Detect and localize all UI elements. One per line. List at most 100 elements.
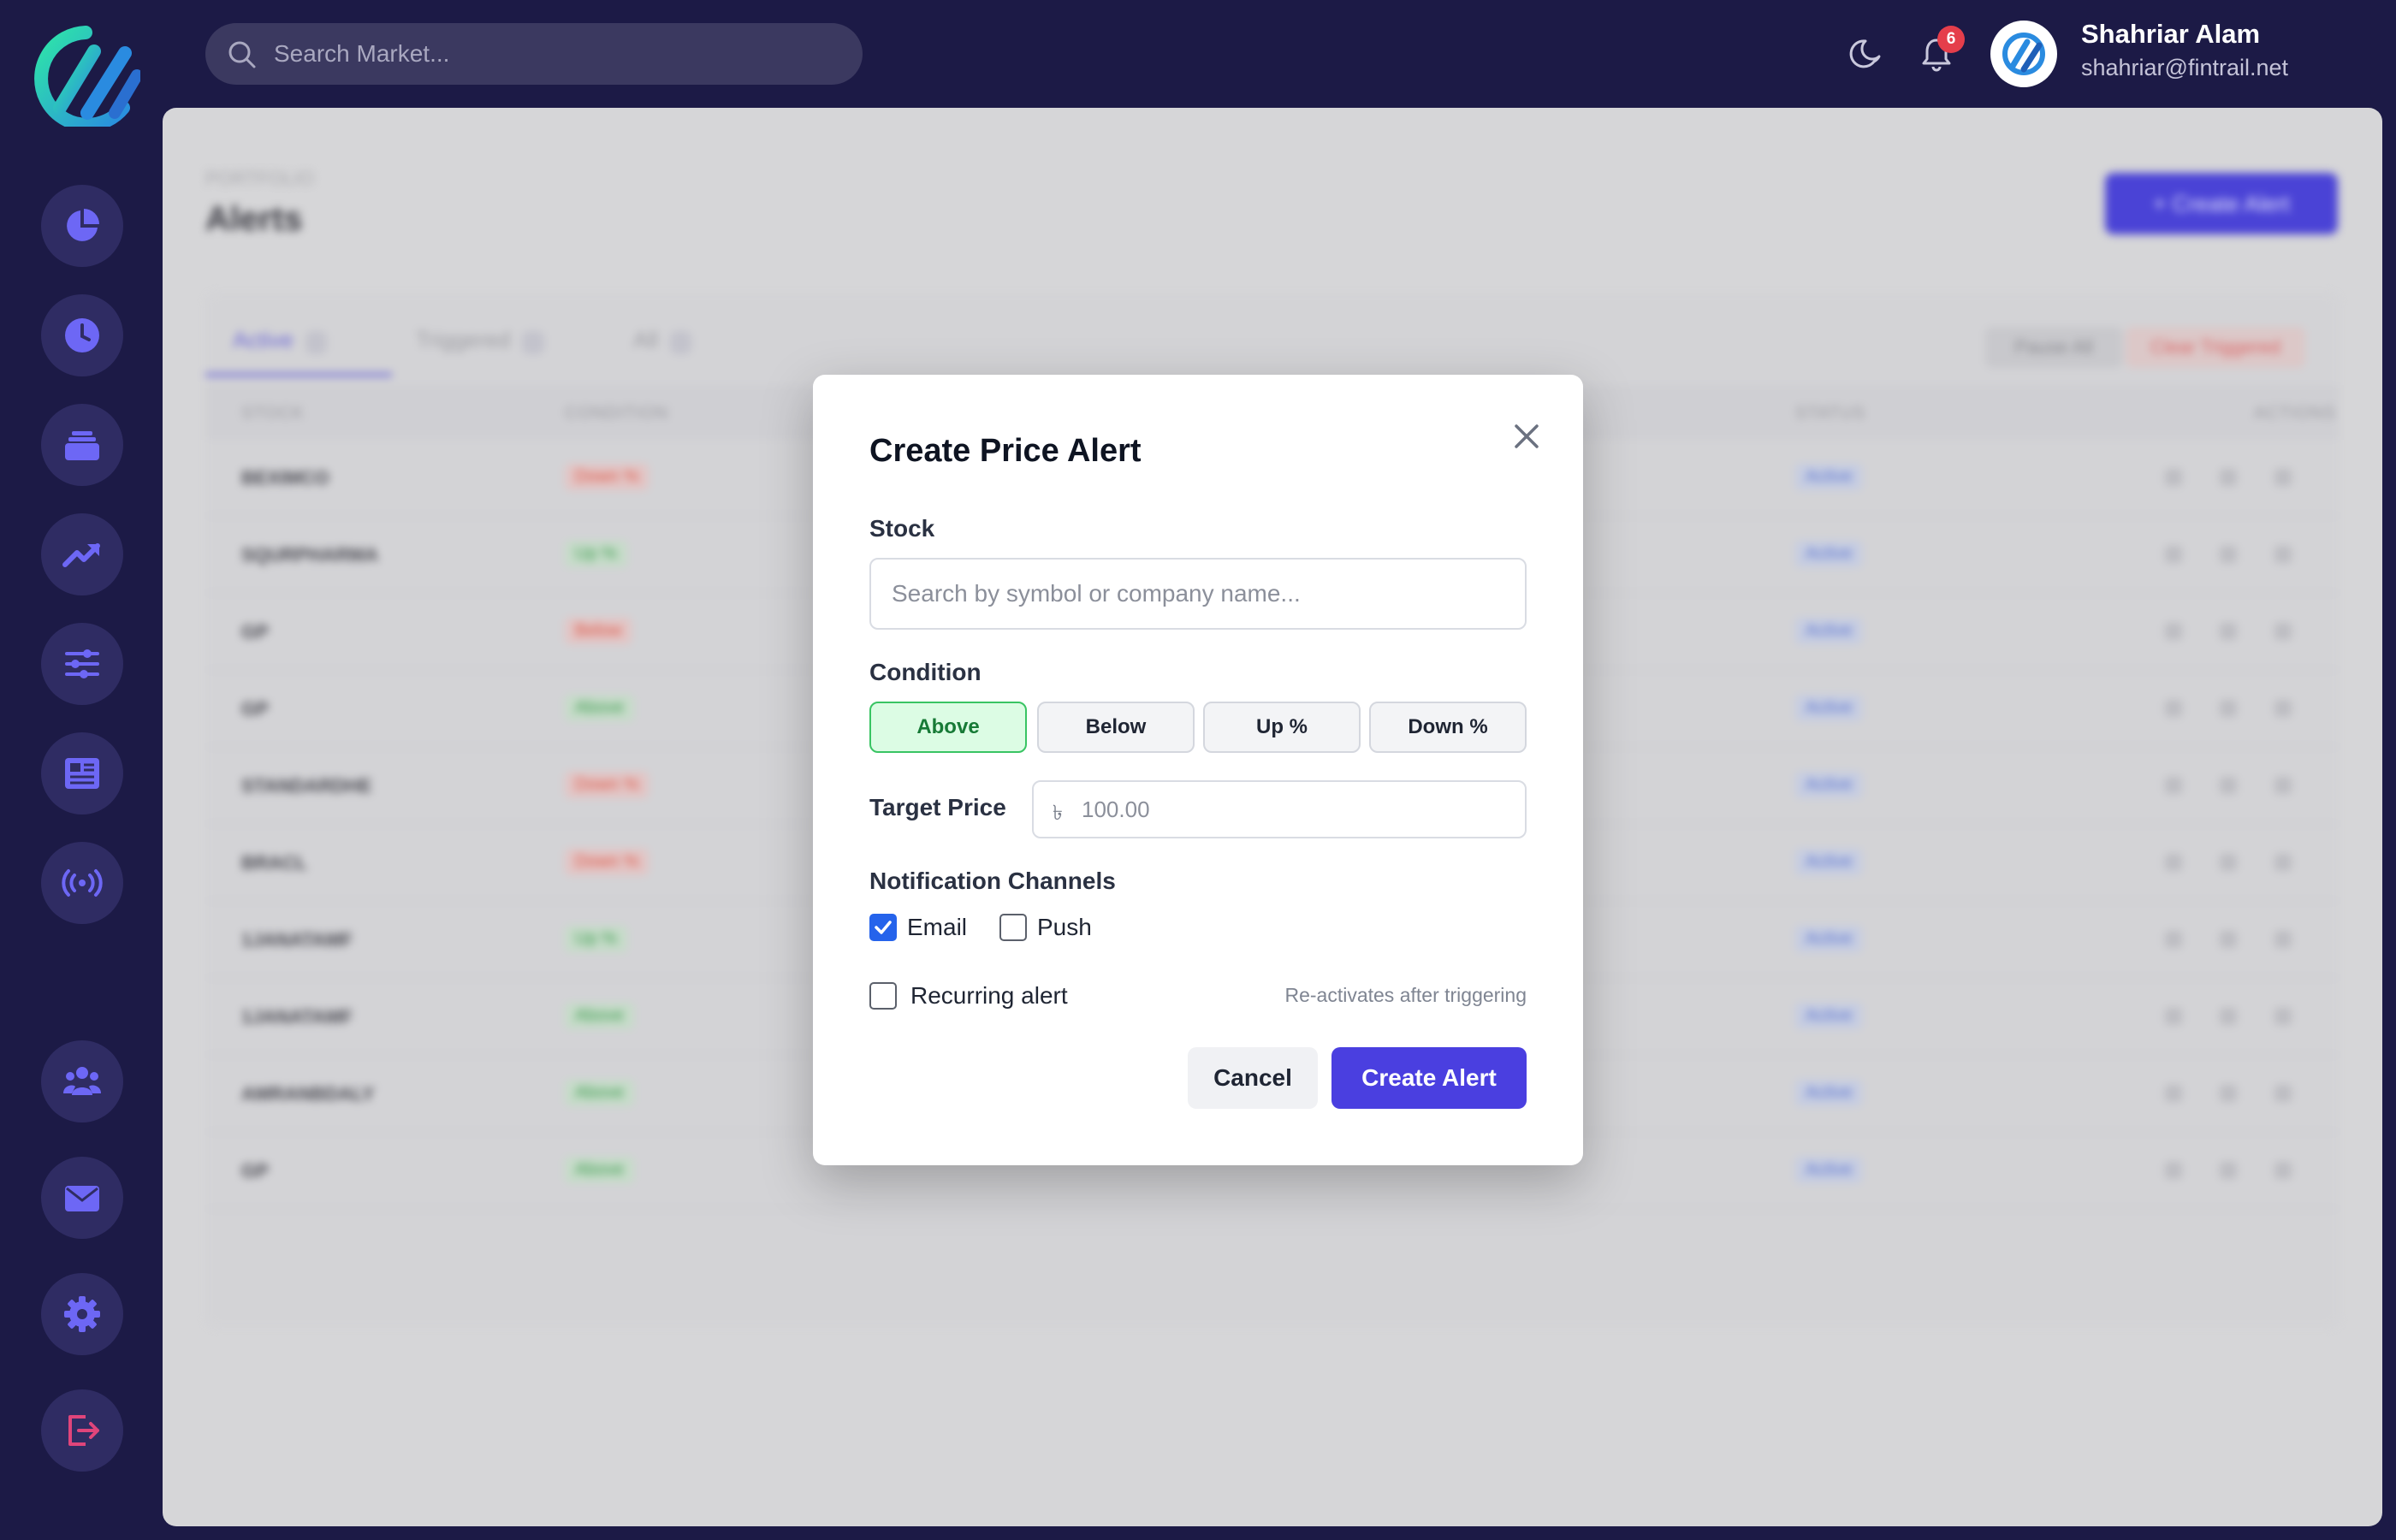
pause-icon[interactable] [2220,546,2237,563]
pause-icon[interactable] [2220,1162,2237,1179]
edit-icon[interactable] [2165,854,2182,871]
edit-icon[interactable] [2165,469,2182,486]
row-symbol: GP [241,621,269,643]
pause-icon[interactable] [2220,854,2237,871]
recurring-hint: Re-activates after triggering [1284,984,1527,1006]
logout-icon [68,1415,99,1446]
notification-count-badge: 6 [1937,26,1965,53]
clear-triggered-button[interactable]: Clear Triggered [2126,327,2305,368]
row-condition-badge: Above [565,1157,634,1183]
pause-icon[interactable] [2220,777,2237,794]
row-symbol: GP [241,698,269,720]
tab-all[interactable]: All [633,327,692,354]
sidebar-item-history[interactable] [41,294,123,376]
column-header: CONDITION [565,404,669,423]
sidebar-item-settings[interactable] [41,1273,123,1355]
sidebar-item-logout[interactable] [41,1389,123,1472]
row-symbol: 1JANATAMF [241,929,353,951]
target-price-label: Target Price [869,794,1006,820]
delete-icon[interactable] [2274,1162,2292,1179]
tab-count [669,331,692,354]
create-alert-button[interactable]: Create Alert [1331,1047,1527,1109]
edit-icon[interactable] [2165,623,2182,640]
pause-icon[interactable] [2220,469,2237,486]
clock-icon [65,318,99,352]
row-condition-badge: Above [565,695,634,721]
pause-icon[interactable] [2220,1085,2237,1102]
sidebar-item-holdings[interactable] [41,404,123,486]
delete-icon[interactable] [2274,931,2292,948]
create-alert-header-button[interactable]: + Create Alert [2105,173,2338,234]
delete-icon[interactable] [2274,623,2292,640]
email-checkbox[interactable] [869,914,897,941]
edit-icon[interactable] [2165,777,2182,794]
currency-symbol: ৳ [1053,802,1063,825]
delete-icon[interactable] [2274,854,2292,871]
fintrail-avatar-logo [2002,33,2045,75]
search-placeholder: Search Market... [274,40,450,67]
dark-mode-toggle-icon[interactable] [1848,36,1884,72]
user-name: Shahriar Alam [2081,19,2261,49]
row-status-badge: Active [1795,926,1863,952]
row-symbol: BRACL [241,852,307,874]
push-checkbox[interactable] [999,914,1027,941]
pause-all-button[interactable]: Pause All [1985,327,2122,368]
sidebar-item-market[interactable] [41,513,123,595]
row-condition-badge: Above [565,1003,634,1029]
condition-above-button[interactable]: Above [869,702,1027,753]
row-status-badge: Active [1795,849,1863,875]
delete-icon[interactable] [2274,469,2292,486]
pause-icon[interactable] [2220,700,2237,717]
pause-icon[interactable] [2220,931,2237,948]
pause-icon[interactable] [2220,623,2237,640]
condition-up-percent-button[interactable]: Up % [1203,702,1361,753]
pause-icon[interactable] [2220,1008,2237,1025]
delete-icon[interactable] [2274,546,2292,563]
condition-down-percent-button[interactable]: Down % [1369,702,1527,753]
delete-icon[interactable] [2274,1008,2292,1025]
edit-icon[interactable] [2165,1162,2182,1179]
breadcrumb: PORTFOLIO [205,168,314,189]
push-checkbox-label: Push [1037,914,1092,940]
recurring-alert-label: Recurring alert [910,982,1068,1009]
delete-icon[interactable] [2274,700,2292,717]
row-status-badge: Active [1795,1003,1863,1029]
sidebar-item-screener[interactable] [41,623,123,705]
delete-icon[interactable] [2274,777,2292,794]
user-email: shahriar@fintrail.net [2081,55,2289,80]
sidebar-item-news[interactable] [41,732,123,814]
modal-title: Create Price Alert [869,433,1142,469]
email-checkbox-label: Email [907,914,968,940]
close-icon[interactable] [1509,419,1544,453]
tab-triggered[interactable]: Triggered [416,327,544,354]
edit-icon[interactable] [2165,546,2182,563]
delete-icon[interactable] [2274,1085,2292,1102]
row-symbol: GP [241,1160,269,1182]
edit-icon[interactable] [2165,1085,2182,1102]
sidebar-item-community[interactable] [41,1040,123,1122]
edit-icon[interactable] [2165,1008,2182,1025]
market-search-input[interactable]: Search Market... [205,23,863,85]
condition-below-button[interactable]: Below [1037,702,1195,753]
edit-icon[interactable] [2165,700,2182,717]
row-condition-badge: Below [565,618,632,644]
newspaper-icon [65,758,99,789]
column-header: STATUS [1795,404,1865,423]
edit-icon[interactable] [2165,931,2182,948]
stock-search-input[interactable] [869,558,1527,630]
tab-label: Active [233,327,294,352]
fintrail-logo[interactable] [31,26,140,127]
sidebar-item-portfolio[interactable] [41,185,123,267]
target-price-field[interactable]: ৳ [1032,780,1527,838]
sidebar-item-messages[interactable] [41,1157,123,1239]
stock-label: Stock [869,515,935,542]
row-status-badge: Active [1795,1080,1863,1106]
target-price-input[interactable] [1082,791,1509,828]
search-icon [228,41,256,68]
recurring-alert-checkbox[interactable] [869,982,897,1010]
gear-icon [64,1296,100,1332]
avatar[interactable] [1990,21,2057,87]
cancel-button[interactable]: Cancel [1188,1047,1318,1109]
tab-active[interactable]: Active [233,327,328,354]
sidebar-item-live[interactable] [41,842,123,924]
